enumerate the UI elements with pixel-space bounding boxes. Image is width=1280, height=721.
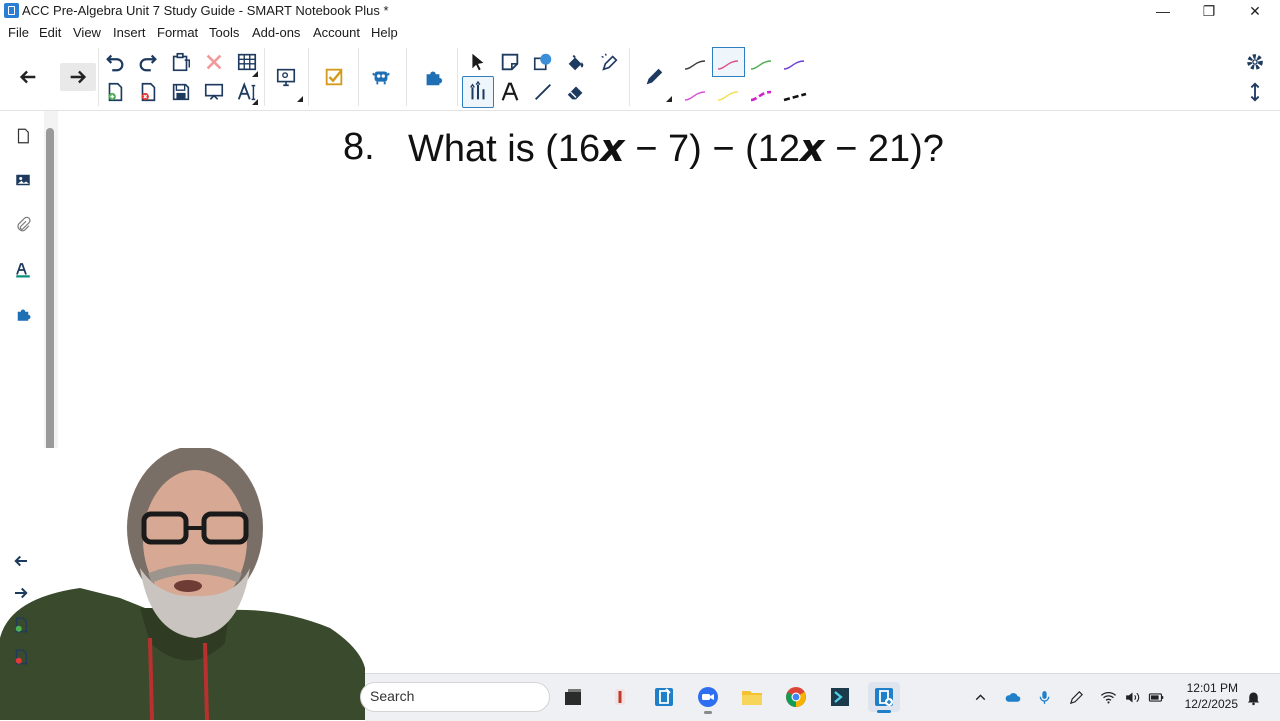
pen-color-swatches[interactable] xyxy=(679,45,809,109)
notebook-plus-icon[interactable] xyxy=(868,682,900,712)
menu-help[interactable]: Help xyxy=(371,25,398,40)
redo-icon[interactable] xyxy=(134,48,162,76)
chrome-icon[interactable] xyxy=(780,682,812,712)
webcam-overlay xyxy=(0,448,365,720)
pen-icon[interactable] xyxy=(640,63,668,91)
fill-icon[interactable] xyxy=(562,48,590,76)
clock-date[interactable]: 12/2/2025 xyxy=(1180,697,1238,711)
sidebar-delete-page-icon[interactable] xyxy=(6,642,36,672)
zoom-icon[interactable] xyxy=(692,682,724,712)
notification-icon[interactable] xyxy=(1242,686,1264,708)
page-sorter-icon[interactable] xyxy=(8,121,38,151)
pen-color-swatch[interactable] xyxy=(750,60,772,70)
pen-color-swatch[interactable] xyxy=(717,91,739,101)
pen-tray-icon[interactable] xyxy=(1065,686,1087,708)
task-view-icon[interactable] xyxy=(557,682,589,712)
sticky-note-icon[interactable] xyxy=(496,48,524,76)
restore-button[interactable]: ❐ xyxy=(1186,0,1232,22)
paste-icon[interactable] xyxy=(167,48,195,76)
menu-bar: File Edit View Insert Format Tools Add-o… xyxy=(0,22,1280,44)
pen-color-swatch[interactable] xyxy=(750,90,772,102)
search-placeholder: Search xyxy=(370,688,415,704)
menu-view[interactable]: View xyxy=(73,25,101,40)
running-app-indicator xyxy=(704,711,712,714)
eraser-icon[interactable] xyxy=(562,78,590,106)
presenter-video xyxy=(0,448,365,720)
next-page-icon[interactable] xyxy=(6,578,36,608)
magic-pen-icon[interactable] xyxy=(595,48,623,76)
menu-edit[interactable]: Edit xyxy=(39,25,61,40)
terminal-icon[interactable] xyxy=(824,682,856,712)
file-explorer-icon[interactable] xyxy=(736,682,768,712)
smart-notebook-app-icon xyxy=(4,3,19,18)
menu-tools[interactable]: Tools xyxy=(209,25,239,40)
save-icon[interactable] xyxy=(167,78,195,106)
attachments-icon[interactable] xyxy=(8,210,38,240)
question-text: What is (16𝙭 − 7) − (12𝙭 − 21)? xyxy=(408,128,944,170)
undo-icon[interactable] xyxy=(101,48,129,76)
activity-builder-icon[interactable] xyxy=(320,63,348,91)
settings-icon[interactable] xyxy=(1241,48,1269,76)
forward-arrow-icon[interactable] xyxy=(60,63,96,91)
app-icon[interactable] xyxy=(604,682,636,712)
sidebar-add-ons-icon[interactable] xyxy=(8,299,38,329)
microphone-icon[interactable] xyxy=(1033,686,1055,708)
smart-notebook-icon[interactable] xyxy=(648,682,680,712)
menu-insert[interactable]: Insert xyxy=(113,25,146,40)
show-screen-icon[interactable] xyxy=(200,78,228,106)
menu-format[interactable]: Format xyxy=(157,25,198,40)
monster-icon[interactable] xyxy=(367,63,395,91)
pen-color-swatch[interactable] xyxy=(684,91,706,101)
gallery-icon[interactable] xyxy=(8,165,38,195)
select-icon[interactable] xyxy=(463,48,491,76)
properties-icon[interactable] xyxy=(8,255,38,285)
back-arrow-icon[interactable] xyxy=(14,63,42,91)
previous-page-icon[interactable] xyxy=(6,546,36,576)
shapes-icon[interactable] xyxy=(529,48,557,76)
pen-select-icon[interactable] xyxy=(462,76,494,108)
menu-file[interactable]: File xyxy=(8,25,29,40)
chevron-up-icon[interactable] xyxy=(969,686,991,708)
menu-add-ons[interactable]: Add-ons xyxy=(252,25,300,40)
move-toolbar-icon[interactable] xyxy=(1241,78,1269,106)
pen-color-swatch[interactable] xyxy=(684,60,706,70)
pen-color-swatch[interactable] xyxy=(783,60,805,70)
add-page-icon[interactable] xyxy=(101,78,129,106)
sidebar-add-page-icon[interactable] xyxy=(6,610,36,640)
delete-icon[interactable] xyxy=(200,48,228,76)
display-icon[interactable] xyxy=(272,63,300,91)
line-icon[interactable] xyxy=(529,78,557,106)
pen-color-swatch[interactable] xyxy=(783,92,807,102)
wifi-icon[interactable] xyxy=(1097,686,1119,708)
clock-time[interactable]: 12:01 PM xyxy=(1180,681,1238,695)
text-icon[interactable] xyxy=(496,78,524,106)
add-ons-icon[interactable] xyxy=(419,63,447,91)
battery-icon[interactable] xyxy=(1145,686,1167,708)
toolbar xyxy=(0,44,1280,111)
volume-icon[interactable] xyxy=(1121,686,1143,708)
pen-color-swatch[interactable] xyxy=(717,60,739,70)
active-app-indicator xyxy=(877,710,891,713)
minimize-button[interactable]: — xyxy=(1140,0,1186,22)
close-button[interactable]: ✕ xyxy=(1232,0,1278,22)
window-title: ACC Pre-Algebra Unit 7 Study Guide - SMA… xyxy=(22,3,389,18)
onedrive-icon[interactable] xyxy=(1001,686,1023,708)
menu-account[interactable]: Account xyxy=(313,25,360,40)
delete-page-icon[interactable] xyxy=(134,78,162,106)
question-number: 8. xyxy=(343,126,375,168)
